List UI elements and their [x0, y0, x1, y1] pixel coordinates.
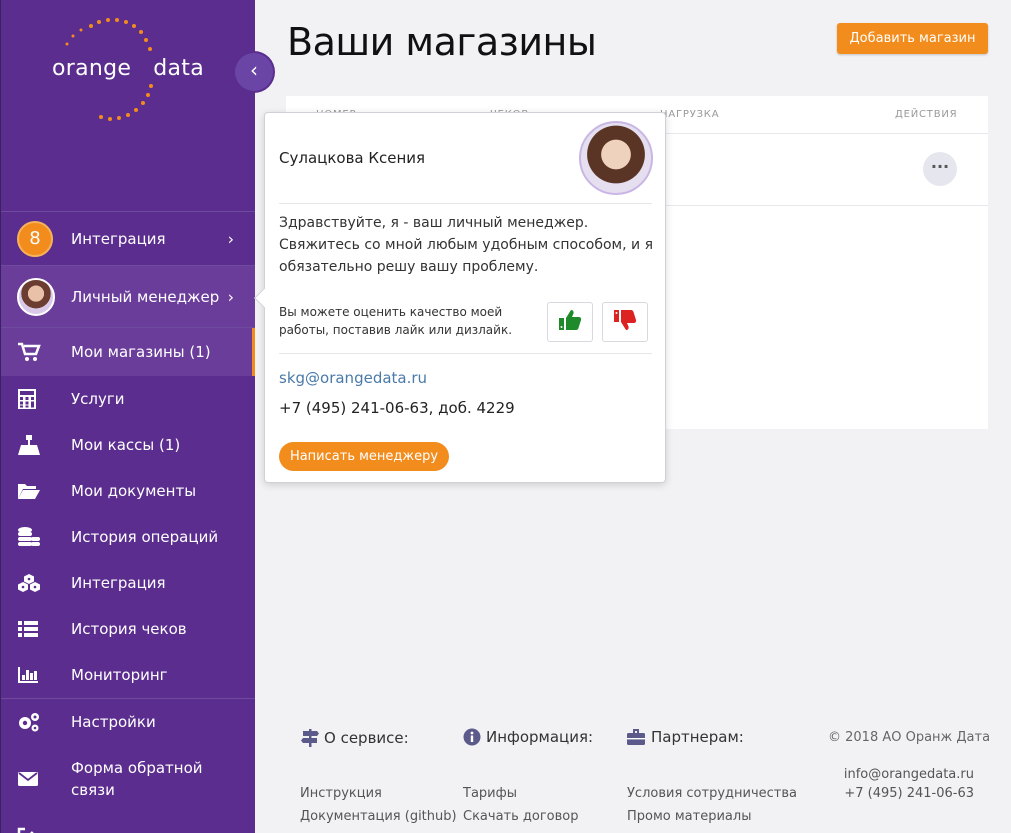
manager-photo: [579, 121, 653, 195]
sidebar-item-services[interactable]: Услуги: [1, 376, 255, 422]
sidebar-item-label: Интеграция: [71, 574, 166, 592]
footer-link-download-contract[interactable]: Скачать договор: [463, 805, 579, 828]
sidebar-nav: 8 Интеграция › Личный менеджер › Мои маг…: [1, 211, 255, 833]
footer-link-cooperation-terms[interactable]: Условия сотрудничества: [627, 782, 797, 805]
sidebar-item-personal-manager[interactable]: Личный менеджер ›: [1, 266, 255, 328]
manager-name: Сулацкова Ксения: [279, 149, 426, 167]
column-header-load: НАГРУЗКА: [660, 109, 720, 120]
sidebar-item-integration-top[interactable]: 8 Интеграция ›: [1, 212, 255, 266]
manager-phone: +7 (495) 241-06-63, доб. 4229: [279, 399, 515, 417]
footer-partners-title: Партнерам:: [651, 728, 744, 746]
integration-count-badge: 8: [17, 220, 53, 257]
sidebar-item-feedback-form[interactable]: Форма обратной связи: [1, 745, 255, 813]
manager-greeting: Здравствуйте, я - ваш личный менеджер. С…: [279, 215, 653, 275]
footer-phone: +7 (495) 241-06-63: [844, 786, 974, 801]
signpost-icon: [301, 728, 319, 748]
dislike-button[interactable]: [602, 302, 648, 342]
footer-link-tariffs[interactable]: Тарифы: [463, 782, 579, 805]
sidebar-item-label: Услуги: [71, 390, 125, 408]
bar-chart-icon: [1, 666, 71, 684]
thumbs-up-icon: [558, 309, 582, 335]
manager-avatar: [17, 277, 55, 316]
footer-info-title: Информация:: [486, 728, 594, 746]
footer-email[interactable]: info@orangedata.ru: [844, 765, 974, 784]
cash-register-icon: [1, 434, 71, 456]
briefcase-icon: [626, 728, 646, 746]
footer-about: О сервисе:: [301, 728, 409, 748]
sign-out-icon: [1, 827, 71, 833]
write-to-manager-button[interactable]: Написать менеджеру: [279, 442, 449, 471]
sidebar-item-receipts-history[interactable]: История чеков: [1, 606, 255, 652]
row-actions-button[interactable]: ···: [923, 152, 957, 186]
like-button[interactable]: [547, 302, 593, 342]
footer-about-title: О сервисе:: [324, 729, 409, 747]
collapse-sidebar-button[interactable]: ‹: [235, 53, 273, 91]
sidebar-item-label: Личный менеджер: [71, 287, 220, 306]
sidebar-item-settings[interactable]: Настройки: [1, 699, 255, 745]
logo-text: orange data: [52, 56, 204, 81]
calculator-icon: [1, 388, 71, 410]
add-shop-button[interactable]: Добавить магазин: [837, 23, 988, 54]
footer-info-links: Тарифы Скачать договор: [463, 782, 579, 828]
sidebar-item-my-documents[interactable]: Мои документы: [1, 468, 255, 514]
list-icon: [1, 620, 71, 638]
sidebar-item-label: Форма обратной связи: [71, 759, 203, 799]
sidebar-item-label: История чеков: [71, 620, 187, 638]
popover-divider: [279, 353, 652, 354]
footer-link-instruction[interactable]: Инструкция: [300, 782, 457, 805]
footer-copyright: © 2018 АО Оранж Дата: [828, 730, 991, 745]
sidebar-item-monitoring[interactable]: Мониторинг: [1, 652, 255, 698]
sidebar-item-label: Мои кассы (1): [71, 436, 181, 454]
sidebar-item-my-shops[interactable]: Мои магазины (1): [1, 328, 255, 376]
sidebar-item-label: Интеграция: [71, 229, 166, 248]
popover-divider: [279, 203, 652, 204]
cart-icon: [1, 342, 71, 362]
footer-contacts: info@orangedata.ru +7 (495) 241-06-63: [844, 765, 974, 803]
column-header-actions: ДЕЙСТВИЯ: [895, 109, 958, 120]
footer-link-documentation[interactable]: Документация (github): [300, 805, 457, 828]
info-circle-icon: [463, 728, 481, 746]
database-icon: [1, 526, 71, 548]
chevron-left-icon: ‹: [250, 58, 258, 82]
sidebar-item-my-registers[interactable]: Мои кассы (1): [1, 422, 255, 468]
rating-prompt: Вы можете оценить качество моей работы, …: [279, 305, 513, 337]
thumbs-down-icon: [613, 309, 637, 335]
personal-manager-popover: Сулацкова Ксения Здравствуйте, я - ваш л…: [254, 112, 666, 483]
chevron-right-icon: ›: [227, 229, 234, 248]
orange-data-logo[interactable]: orange data: [31, 10, 221, 130]
page-title: Ваши магазины: [287, 20, 597, 64]
logo-orange: orange: [52, 56, 132, 81]
sidebar-item-integration[interactable]: Интеграция: [1, 560, 255, 606]
sidebar-item-label: Мои документы: [71, 482, 197, 500]
sidebar-item-operations-history[interactable]: История операций: [1, 514, 255, 560]
gears-icon: [1, 711, 71, 733]
folder-open-icon: [1, 482, 71, 500]
sidebar-item-label: Настройки: [71, 713, 156, 731]
sidebar-item-label: Мои магазины (1): [71, 343, 211, 361]
footer-about-links: Инструкция Документация (github): [300, 782, 457, 828]
manager-email-link[interactable]: skg@orangedata.ru: [279, 369, 427, 387]
envelope-icon: [1, 771, 71, 787]
footer-info: Информация:: [463, 728, 593, 746]
sidebar: orange data 8 Интеграция › Личный менедже…: [0, 0, 255, 833]
chevron-right-icon: ›: [227, 287, 234, 306]
footer-partners: Партнерам:: [626, 728, 744, 746]
footer-link-promo-materials[interactable]: Промо материалы: [627, 805, 797, 828]
logo-data: data: [153, 56, 204, 81]
cubes-icon: [1, 573, 71, 593]
sidebar-item-label: Мониторинг: [71, 666, 168, 684]
sidebar-item-logout[interactable]: [1, 813, 255, 833]
sidebar-item-label: История операций: [71, 528, 219, 546]
footer-partners-links: Условия сотрудничества Промо материалы: [627, 782, 797, 828]
